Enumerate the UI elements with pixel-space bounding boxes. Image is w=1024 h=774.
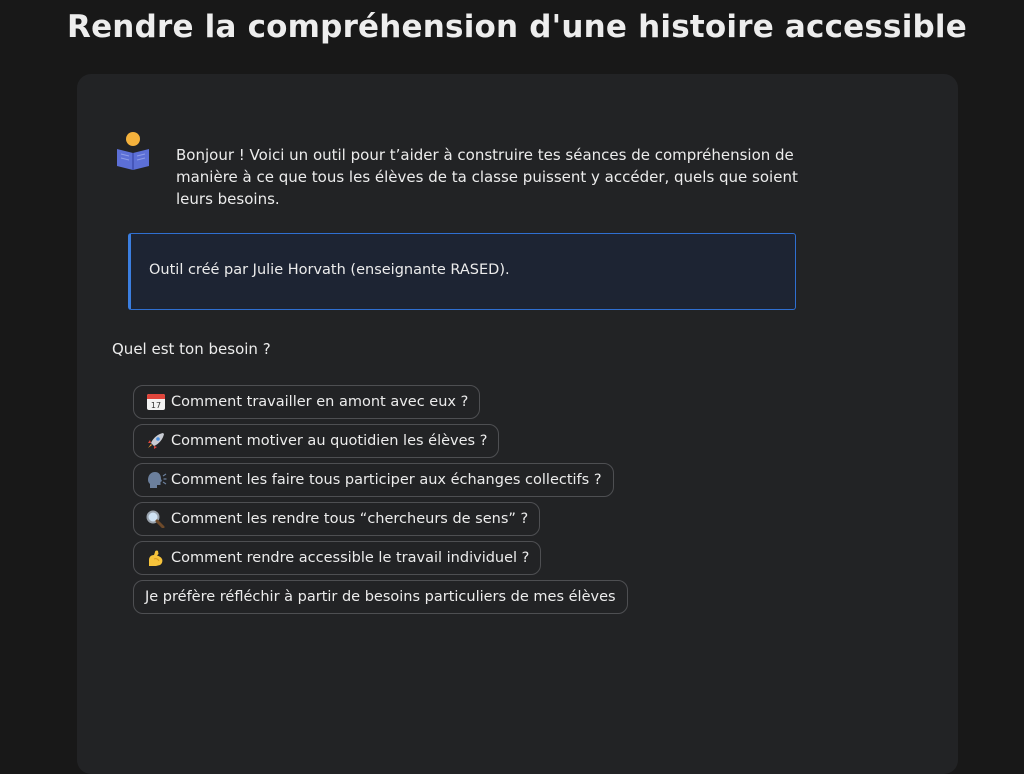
option-button-daily-motivation[interactable]: Comment motiver au quotidien les élèves … [133, 424, 500, 458]
options-list: 17 Comment travailler en amont avec eux … [133, 385, 628, 614]
question-prompt: Quel est ton besoin ? [112, 340, 271, 358]
option-label: Comment les rendre tous “chercheurs de s… [171, 511, 529, 527]
option-button-specific-needs[interactable]: Je préfère réfléchir à partir de besoins… [133, 580, 628, 614]
option-label: Comment les faire tous participer aux éc… [171, 472, 602, 488]
option-label: Comment motiver au quotidien les élèves … [171, 433, 488, 449]
assistant-intro-message: Bonjour ! Voici un outil pour t’aider à … [176, 146, 798, 208]
rocket-icon [145, 432, 167, 450]
option-button-individual-work[interactable]: Comment rendre accessible le travail ind… [133, 541, 542, 575]
option-label: Comment rendre accessible le travail ind… [171, 550, 530, 566]
option-button-upstream-work[interactable]: 17 Comment travailler en amont avec eux … [133, 385, 481, 419]
option-button-collective-exchanges[interactable]: Comment les faire tous participer aux éc… [133, 463, 614, 497]
svg-text:17: 17 [151, 401, 161, 410]
author-callout: Outil créé par Julie Horvath (enseignant… [128, 233, 796, 310]
flexed-biceps-icon [145, 549, 167, 567]
option-button-meaning-seekers[interactable]: Comment les rendre tous “chercheurs de s… [133, 502, 541, 536]
option-label: Comment travailler en amont avec eux ? [171, 394, 469, 410]
calendar-icon: 17 [145, 393, 167, 411]
chat-panel: Bonjour ! Voici un outil pour t’aider à … [77, 74, 958, 774]
magnifier-icon [145, 510, 167, 528]
option-label: Je préfère réfléchir à partir de besoins… [145, 589, 616, 605]
speaking-head-icon [145, 471, 167, 489]
page-title: Rendre la compréhension d'une histoire a… [67, 9, 967, 45]
author-callout-text: Outil créé par Julie Horvath (enseignant… [149, 262, 510, 278]
reading-person-icon [115, 130, 151, 170]
